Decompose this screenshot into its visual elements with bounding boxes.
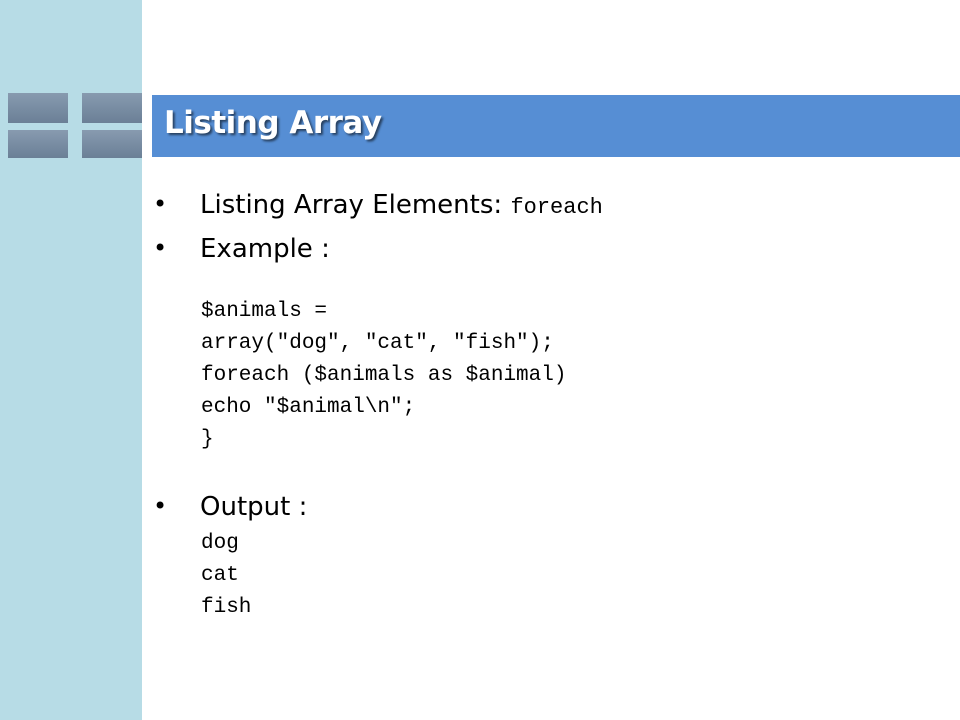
output-block: dog cat fish: [201, 528, 940, 624]
bullet-item-output: • Output :: [150, 492, 940, 536]
output-line: cat: [201, 564, 239, 587]
bullet-label: Output :: [200, 492, 308, 522]
slide-title: Listing Array: [164, 105, 382, 141]
bullet-item-listing: • Listing Array Elements: foreach: [150, 190, 940, 234]
bullet-item-example: • Example :: [150, 234, 940, 278]
title-bar: Listing Array: [152, 95, 960, 157]
decorative-block: [82, 130, 142, 158]
bullet-icon: •: [153, 234, 168, 262]
bullet-icon: •: [153, 190, 168, 218]
bullet-label: Example :: [200, 234, 330, 264]
bullet-icon: •: [153, 492, 168, 520]
decorative-block: [8, 130, 68, 158]
bullet-label: Listing Array Elements:: [200, 190, 511, 220]
code-line: $animals =: [201, 300, 328, 323]
code-line: array("dog", "cat", "fish");: [201, 332, 554, 355]
code-line: echo "$animal\n";: [201, 396, 416, 419]
decorative-block: [8, 93, 68, 123]
code-line: foreach ($animals as $animal): [201, 364, 567, 387]
code-line: }: [201, 428, 214, 451]
decorative-block: [82, 93, 142, 123]
example-code-block: $animals = array("dog", "cat", "fish"); fo…: [201, 296, 940, 456]
slide-content: • Listing Array Elements: foreach • Exam…: [150, 190, 940, 624]
output-line: fish: [201, 596, 252, 619]
inline-code: foreach: [510, 195, 603, 220]
